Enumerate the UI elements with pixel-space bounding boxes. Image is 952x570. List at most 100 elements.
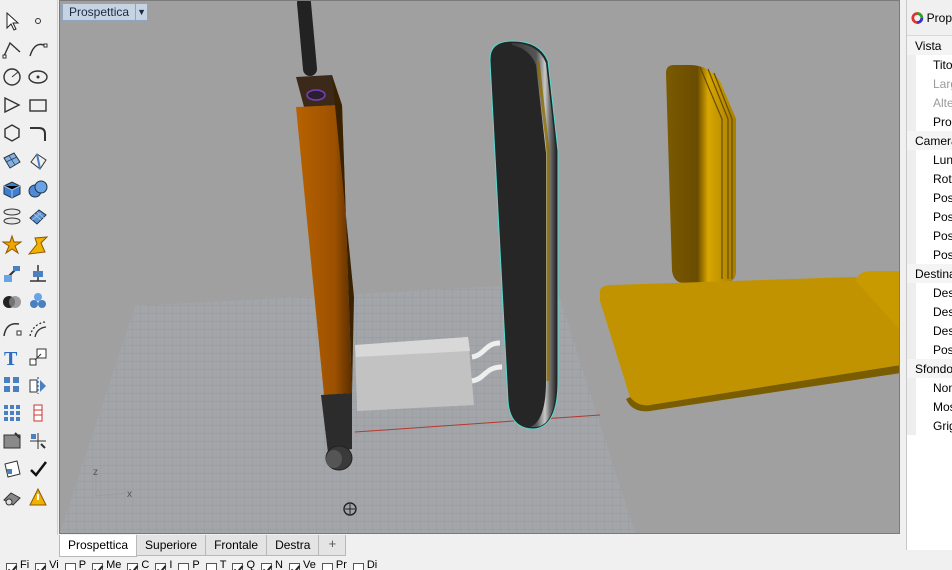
arc-icon[interactable] <box>0 121 24 145</box>
cylinder-icon[interactable] <box>0 205 24 229</box>
viewport-title[interactable]: Prospettica ▼ <box>62 3 149 21</box>
surface-icon[interactable] <box>0 149 24 173</box>
mirror-icon[interactable] <box>26 373 50 397</box>
osnap-item[interactable]: Vi <box>35 559 59 570</box>
viewport-name[interactable]: Prospettica <box>63 4 135 20</box>
offset-icon[interactable] <box>26 317 50 341</box>
osnap-checkbox[interactable] <box>321 563 333 570</box>
property-row[interactable]: Posizi <box>907 226 952 245</box>
osnap-item[interactable]: C <box>127 559 149 570</box>
post-top-ring <box>306 89 326 101</box>
osnap-item[interactable]: P <box>64 559 86 570</box>
perspective-viewport[interactable]: Prospettica ▼ z x <box>59 0 900 534</box>
align-icon[interactable] <box>26 261 50 285</box>
select-arrow-icon[interactable] <box>0 9 24 33</box>
osnap-checkbox[interactable] <box>352 563 364 570</box>
property-row[interactable]: Proiez <box>907 112 952 131</box>
tab-superiore[interactable]: Superiore <box>136 535 207 556</box>
osnap-item[interactable]: Q <box>232 559 255 570</box>
boolean-icon[interactable] <box>0 289 24 313</box>
osnap-checkbox[interactable] <box>127 563 139 570</box>
viewport-menu-icon[interactable]: ▼ <box>135 4 147 20</box>
gold-panel-stack <box>666 65 736 283</box>
rectangle-icon[interactable] <box>26 93 50 117</box>
property-row[interactable]: Grigio <box>907 416 952 435</box>
property-row[interactable]: Destin <box>907 283 952 302</box>
osnap-checkbox[interactable] <box>261 563 273 570</box>
osnap-checkbox[interactable] <box>155 563 167 570</box>
property-row[interactable]: Rotaz <box>907 169 952 188</box>
property-row[interactable]: Destin <box>907 321 952 340</box>
left-toolbar: T <box>0 0 58 535</box>
logo-watermark <box>343 502 357 516</box>
polyline-icon[interactable] <box>0 37 24 61</box>
osnap-checkbox[interactable] <box>64 563 76 570</box>
property-row[interactable]: Nome <box>907 378 952 397</box>
tab-prospettica[interactable]: Prospettica <box>59 535 138 557</box>
tab-frontale[interactable]: Frontale <box>205 535 268 556</box>
gumball-icon[interactable] <box>0 261 24 285</box>
osnap-item[interactable]: Pr <box>321 559 347 570</box>
polygon-icon[interactable] <box>0 93 24 117</box>
osnap-checkbox[interactable] <box>35 563 47 570</box>
layout-icon[interactable] <box>26 429 50 453</box>
ellipse-icon[interactable] <box>26 65 50 89</box>
scale-icon[interactable] <box>26 345 50 369</box>
box-icon[interactable] <box>0 177 24 201</box>
tab-destra[interactable]: Destra <box>266 535 320 556</box>
property-section[interactable]: Camera <box>907 131 952 150</box>
curve-icon[interactable] <box>26 37 50 61</box>
scene-3d[interactable]: z x <box>60 1 900 534</box>
mesh-icon[interactable] <box>26 205 50 229</box>
axis-x-label: x <box>127 489 132 500</box>
array-icon[interactable] <box>0 373 24 397</box>
property-row[interactable]: Lungh <box>907 150 952 169</box>
osnap-item[interactable]: Di <box>352 559 377 570</box>
osnap-item[interactable]: Ve <box>289 559 316 570</box>
property-row[interactable]: Destin <box>907 302 952 321</box>
surface-edit-icon[interactable] <box>26 149 50 173</box>
property-row[interactable]: Mostra <box>907 397 952 416</box>
grid-icon[interactable] <box>0 429 24 453</box>
osnap-item[interactable]: P <box>178 559 200 570</box>
property-section[interactable]: Destinaz <box>907 264 952 283</box>
property-row[interactable]: Posizi <box>907 207 952 226</box>
viewport-tabs: Prospettica Superiore Frontale Destra + <box>59 535 900 557</box>
osnap-checkbox[interactable] <box>205 563 217 570</box>
osnap-item[interactable]: Me <box>92 559 121 570</box>
block-icon[interactable] <box>0 401 24 425</box>
check-icon[interactable] <box>26 457 50 481</box>
osnap-checkbox[interactable] <box>92 563 104 570</box>
properties-rows: VistaTitoloLargheAltezzProiezCameraLungh… <box>907 36 952 435</box>
osnap-checkbox[interactable] <box>6 563 17 570</box>
dimension-icon[interactable] <box>26 401 50 425</box>
property-section[interactable]: Sfondo <box>907 359 952 378</box>
curve-edit-icon[interactable] <box>0 317 24 341</box>
property-row[interactable]: Posizi <box>907 340 952 359</box>
light-icon[interactable] <box>26 485 50 509</box>
osnap-item[interactable]: Fi <box>6 559 29 570</box>
fillet-curve-icon[interactable] <box>26 121 50 145</box>
osnap-item[interactable]: T <box>205 559 226 570</box>
text-icon[interactable]: T <box>0 345 24 369</box>
osnap-checkbox[interactable] <box>289 563 300 570</box>
property-section[interactable]: Vista <box>907 36 952 55</box>
sphere-icon[interactable] <box>26 177 50 201</box>
osnap-item[interactable]: I <box>155 559 172 570</box>
osnap-checkbox[interactable] <box>178 563 190 570</box>
group-icon[interactable] <box>26 289 50 313</box>
explode-icon[interactable] <box>0 233 24 257</box>
split-icon[interactable] <box>26 233 50 257</box>
osnap-item[interactable]: N <box>261 559 283 570</box>
osnap-label: Ve <box>303 559 316 570</box>
material-icon[interactable] <box>0 485 24 509</box>
properties-header[interactable]: Prop <box>907 0 952 36</box>
add-tab-icon[interactable]: + <box>318 535 347 556</box>
point-icon[interactable] <box>26 9 50 33</box>
property-row[interactable]: Posizi <box>907 245 952 264</box>
property-row[interactable]: Titolo <box>907 55 952 74</box>
circle-icon[interactable] <box>0 65 24 89</box>
osnap-checkbox[interactable] <box>232 563 244 570</box>
render-icon[interactable] <box>0 457 24 481</box>
property-row[interactable]: Posizi <box>907 188 952 207</box>
